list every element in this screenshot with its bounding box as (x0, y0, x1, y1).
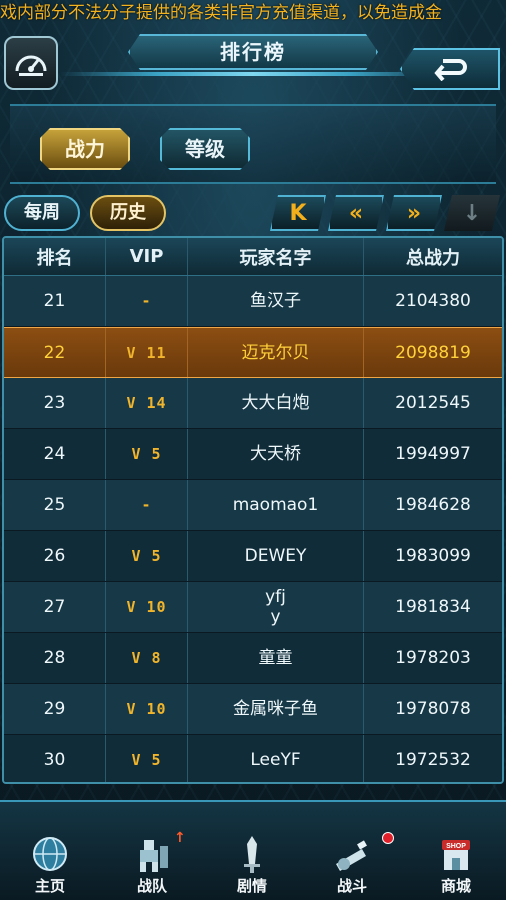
player-name-cell: 大大白炮 (188, 378, 364, 428)
table-row[interactable]: 25 - maomao1 1984628 (4, 480, 502, 531)
vip-cell: V 5 (106, 531, 188, 581)
header-player-name: 玩家名字 (188, 238, 364, 275)
power-cell: 1981834 (395, 597, 471, 617)
tab-power[interactable]: 战力 (40, 128, 130, 170)
player-name-cell: yfj y (188, 582, 364, 632)
upgrade-arrow-icon: ↑ (174, 830, 186, 846)
vip-cell: - (106, 480, 188, 530)
table-header: 排名 VIP 玩家名字 总战力 (4, 238, 502, 276)
shop-icon: SHOP (442, 840, 470, 870)
vip-cell: - (106, 276, 188, 326)
last-page-button[interactable]: ↓ (444, 195, 500, 231)
rank-cell: 24 (4, 429, 106, 479)
rank-cell: 25 (4, 480, 106, 530)
first-page-icon: K (289, 200, 307, 226)
table-row[interactable]: 26 V 5 DEWEY 1983099 (4, 531, 502, 582)
rank-cell: 26 (4, 531, 106, 581)
cannon-icon (336, 840, 367, 871)
player-name-cell: 大天桥 (188, 429, 364, 479)
last-page-icon: ↓ (462, 200, 482, 226)
player-name-cell: 迈克尔贝 (188, 328, 364, 377)
vip-cell: V 11 (106, 328, 188, 377)
header-rank: 排名 (4, 238, 106, 275)
player-name-cell: 鱼汉子 (188, 276, 364, 326)
nav-label: 战斗 (336, 877, 367, 895)
power-cell: 2012545 (395, 393, 471, 413)
vip-cell: V 5 (106, 429, 188, 479)
player-name-cell: maomao1 (188, 480, 364, 530)
table-row[interactable]: 28 V 8 童童 1978203 (4, 633, 502, 684)
table-row[interactable]: 24 V 5 大天桥 1994997 (4, 429, 502, 480)
prev-page-button[interactable]: « (328, 195, 384, 231)
nav-team[interactable]: ↑ 战队 (112, 830, 192, 900)
power-cell: 1978078 (395, 699, 471, 719)
tab-history[interactable]: 历史 (90, 195, 166, 231)
category-tab-bar: 战力 等级 (10, 104, 496, 184)
nav-battle[interactable]: 战斗 (312, 832, 394, 900)
header-total-power: 总战力 (406, 247, 460, 269)
speedometer-icon (15, 55, 47, 76)
globe-icon (33, 837, 67, 871)
power-cell: 1994997 (395, 444, 471, 464)
settings-button[interactable] (4, 36, 58, 90)
nav-label: 剧情 (236, 877, 267, 895)
power-cell: 2104380 (395, 291, 471, 311)
nav-home[interactable]: 主页 (10, 832, 90, 900)
table-row[interactable]: 30 V 5 LeeYF 1972532 (4, 735, 502, 782)
back-button[interactable] (400, 48, 500, 90)
table-row-highlighted[interactable]: 22 V 11 迈克尔贝 2098819 (4, 327, 502, 378)
nav-label: 战队 (136, 877, 167, 895)
sword-icon (244, 836, 260, 873)
tab-level[interactable]: 等级 (160, 128, 250, 170)
header-vip: VIP (106, 238, 188, 275)
table-row[interactable]: 21 - 鱼汉子 2104380 (4, 276, 502, 327)
vip-cell: V 10 (106, 582, 188, 632)
double-chevron-left-icon: « (348, 200, 364, 226)
vip-cell: V 14 (106, 378, 188, 428)
rank-cell: 29 (4, 684, 106, 734)
player-name-cell: LeeYF (188, 735, 364, 782)
tab-weekly[interactable]: 每周 (4, 195, 80, 231)
power-cell: 2098819 (395, 342, 471, 363)
table-row[interactable]: 27 V 10 yfj y 1981834 (4, 582, 502, 633)
return-arrow-icon (434, 59, 467, 81)
table-row[interactable]: 23 V 14 大大白炮 2012545 (4, 378, 502, 429)
rank-cell: 28 (4, 633, 106, 683)
rank-cell: 21 (4, 276, 106, 326)
header: 排行榜 (0, 28, 506, 108)
bottom-nav: 主页 ↑ 战队 剧情 战斗 SHOP 商城 (0, 800, 506, 900)
power-cell: 1983099 (395, 546, 471, 566)
power-cell: 1972532 (395, 750, 471, 770)
rank-cell: 27 (4, 582, 106, 632)
power-cell: 1984628 (395, 495, 471, 515)
player-name-cell: DEWEY (188, 531, 364, 581)
double-chevron-right-icon: » (406, 200, 422, 226)
rank-cell: 30 (4, 735, 106, 782)
announcement-marquee: 戏内部分不法分子提供的各类非官方充值渠道，以免造成金 (0, 3, 442, 23)
nav-label: 主页 (34, 877, 65, 895)
table-row[interactable]: 29 V 10 金属咪子鱼 1978078 (4, 684, 502, 735)
ranking-table: 排名 VIP 玩家名字 总战力 21 - 鱼汉子 2104380 22 V 11… (2, 236, 504, 784)
nav-shop[interactable]: SHOP 商城 (416, 832, 496, 900)
nav-story[interactable]: 剧情 (212, 832, 292, 900)
page-title: 排行榜 (128, 34, 378, 70)
first-page-button[interactable]: K (270, 195, 326, 231)
svg-text:SHOP: SHOP (446, 843, 466, 850)
table-body: 21 - 鱼汉子 2104380 22 V 11 迈克尔贝 2098819 23… (4, 276, 502, 782)
vip-cell: V 5 (106, 735, 188, 782)
vip-cell: V 10 (106, 684, 188, 734)
vip-cell: V 8 (106, 633, 188, 683)
mecha-team-icon (140, 840, 168, 872)
player-name-cell: 金属咪子鱼 (188, 684, 364, 734)
player-name-cell: 童童 (188, 633, 364, 683)
notification-dot (382, 832, 394, 844)
next-page-button[interactable]: » (386, 195, 442, 231)
nav-label: 商城 (440, 877, 471, 895)
power-cell: 1978203 (395, 648, 471, 668)
rank-cell: 23 (4, 378, 106, 428)
header-divider (60, 72, 446, 76)
rank-cell: 22 (4, 328, 106, 377)
